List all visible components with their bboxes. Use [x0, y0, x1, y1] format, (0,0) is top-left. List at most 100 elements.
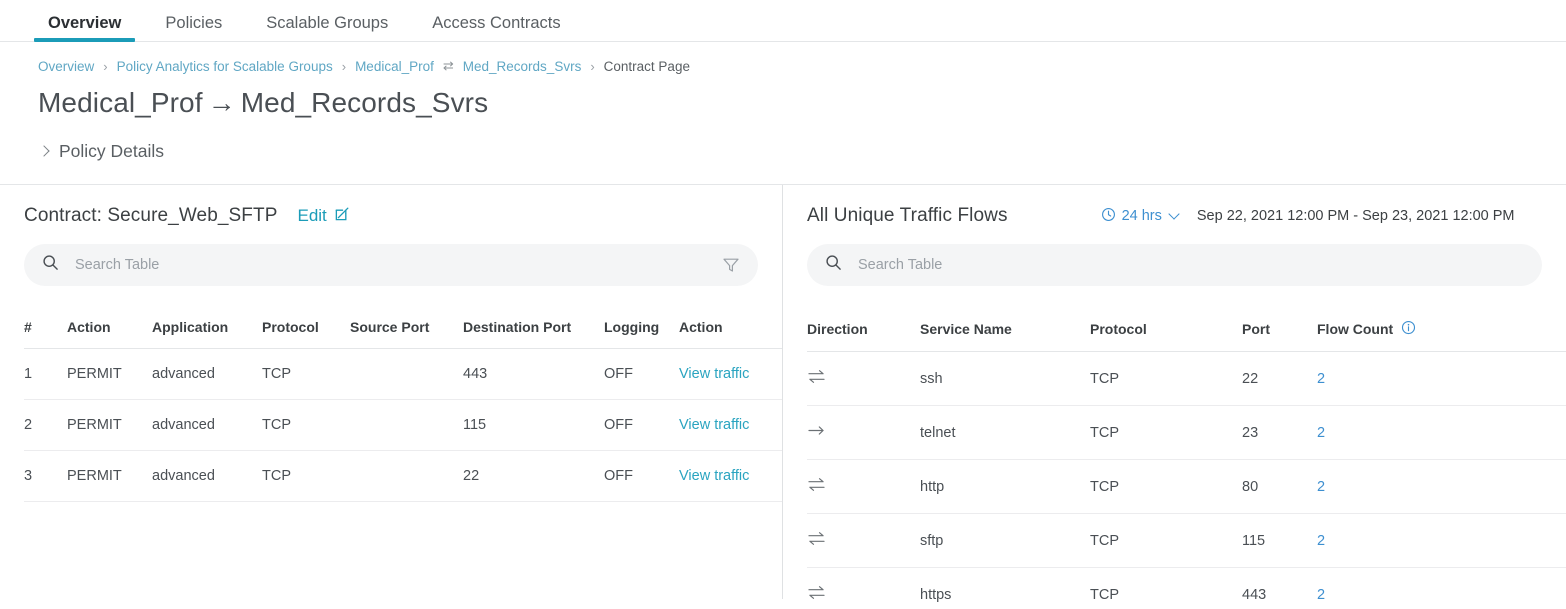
flows-table-header-row: Direction Service Name Protocol Port Flo… — [807, 303, 1566, 352]
col-header-direction[interactable]: Direction — [807, 303, 920, 352]
cell-service-name: https — [920, 567, 1090, 609]
contract-panel: Contract: Secure_Web_SFTP Edit Search Ta… — [0, 185, 783, 599]
flows-search-box[interactable]: Search Table — [807, 244, 1542, 286]
cell-destination-port: 115 — [463, 399, 604, 451]
edit-contract-button[interactable]: Edit — [297, 205, 350, 227]
cell-application: advanced — [152, 348, 262, 400]
breadcrumb-item-med-records-svrs[interactable]: Med_Records_Svrs — [463, 59, 582, 74]
contract-search-input[interactable]: Search Table — [75, 257, 722, 273]
col-header-row-action[interactable]: Action — [679, 302, 782, 349]
tab-scalable-groups[interactable]: Scalable Groups — [252, 13, 402, 42]
col-header-source-port[interactable]: Source Port — [350, 302, 463, 349]
col-header-port[interactable]: Port — [1242, 303, 1317, 352]
contract-table-wrapper: # Action Application Protocol Source Por… — [0, 302, 782, 502]
view-traffic-link[interactable]: View traffic — [679, 348, 782, 400]
table-row[interactable]: 1 PERMIT advanced TCP 443 OFF View traff… — [24, 348, 782, 400]
info-icon[interactable] — [1401, 320, 1416, 338]
page-title-destination: Med_Records_Svrs — [240, 87, 489, 118]
tab-overview[interactable]: Overview — [34, 14, 136, 42]
tab-policies[interactable]: Policies — [151, 13, 236, 42]
cell-protocol: TCP — [1090, 567, 1242, 609]
traffic-flows-header: All Unique Traffic Flows 24 hrs Sep 22, … — [783, 185, 1566, 227]
cell-logging: OFF — [604, 348, 679, 400]
cell-number: 3 — [24, 450, 67, 502]
col-header-protocol[interactable]: Protocol — [262, 302, 350, 349]
cell-port: 115 — [1242, 513, 1317, 568]
contract-search-box[interactable]: Search Table — [24, 244, 758, 286]
contract-table: # Action Application Protocol Source Por… — [24, 302, 782, 502]
view-traffic-link[interactable]: View traffic — [679, 399, 782, 451]
col-header-number[interactable]: # — [24, 302, 67, 349]
page-title: Medical_Prof → Med_Records_Svrs — [0, 74, 1566, 119]
cell-protocol: TCP — [1090, 459, 1242, 514]
traffic-flows-panel: All Unique Traffic Flows 24 hrs Sep 22, … — [783, 185, 1566, 609]
flow-count-link[interactable]: 2 — [1317, 351, 1566, 406]
breadcrumb-separator-icon: › — [103, 58, 108, 74]
bidirectional-arrow-icon — [807, 369, 826, 384]
contract-panel-header: Contract: Secure_Web_SFTP Edit — [0, 185, 782, 227]
view-traffic-link[interactable]: View traffic — [679, 450, 782, 502]
filter-icon[interactable] — [722, 256, 740, 274]
table-row[interactable]: sftp TCP 115 2 — [807, 513, 1566, 568]
flow-count-link[interactable]: 2 — [1317, 459, 1566, 514]
table-row[interactable]: 3 PERMIT advanced TCP 22 OFF View traffi… — [24, 450, 782, 502]
table-row[interactable]: https TCP 443 2 — [807, 567, 1566, 609]
col-header-destination-port[interactable]: Destination Port — [463, 302, 604, 349]
cell-port: 22 — [1242, 351, 1317, 406]
edit-label: Edit — [297, 206, 327, 225]
flow-count-link[interactable]: 2 — [1317, 405, 1566, 460]
flow-count-link[interactable]: 2 — [1317, 567, 1566, 609]
cell-port: 443 — [1242, 567, 1317, 609]
table-row[interactable]: http TCP 80 2 — [807, 459, 1566, 514]
cell-service-name: sftp — [920, 513, 1090, 568]
col-header-flow-count[interactable]: Flow Count — [1317, 303, 1566, 352]
flows-search-input[interactable]: Search Table — [858, 257, 1524, 273]
time-selector: 24 hrs Sep 22, 2021 12:00 PM - Sep 23, 2… — [1101, 207, 1515, 226]
tab-access-contracts[interactable]: Access Contracts — [418, 14, 574, 42]
chevron-down-icon — [1168, 208, 1180, 220]
cell-protocol: TCP — [262, 348, 350, 400]
col-header-protocol[interactable]: Protocol — [1090, 303, 1242, 352]
cell-protocol: TCP — [262, 450, 350, 502]
cell-direction — [807, 351, 920, 406]
breadcrumb-item-medical-prof[interactable]: Medical_Prof — [355, 59, 434, 74]
policy-details-accordion[interactable]: Policy Details — [0, 119, 1566, 162]
cell-direction — [807, 405, 920, 460]
flow-count-link[interactable]: 2 — [1317, 513, 1566, 568]
table-row[interactable]: ssh TCP 22 2 — [807, 351, 1566, 406]
breadcrumb-item-policy-analytics[interactable]: Policy Analytics for Scalable Groups — [117, 59, 333, 74]
breadcrumb-separator-icon: › — [341, 58, 347, 74]
cell-destination-port: 443 — [463, 348, 604, 400]
cell-protocol: TCP — [1090, 513, 1242, 568]
right-arrow-icon — [807, 423, 826, 438]
search-icon — [825, 254, 842, 276]
cell-action: PERMIT — [67, 450, 152, 502]
search-icon — [42, 254, 59, 276]
edit-pencil-icon — [334, 205, 351, 227]
flows-table-wrapper: Direction Service Name Protocol Port Flo… — [783, 303, 1566, 609]
time-range-dropdown[interactable]: 24 hrs — [1101, 207, 1180, 226]
cell-direction — [807, 459, 920, 514]
cell-logging: OFF — [604, 399, 679, 451]
tab-scalable-groups-label: Scalable Groups — [266, 13, 389, 32]
col-header-flow-count-label: Flow Count — [1317, 321, 1394, 337]
table-row[interactable]: telnet TCP 23 2 — [807, 405, 1566, 460]
breadcrumb-item-contract-page: Contract Page — [603, 58, 690, 74]
cell-application: advanced — [152, 399, 262, 451]
breadcrumb-item-overview[interactable]: Overview — [38, 59, 94, 74]
cell-destination-port: 22 — [463, 450, 604, 502]
contract-table-header-row: # Action Application Protocol Source Por… — [24, 302, 782, 349]
breadcrumb-separator-icon: › — [590, 58, 595, 74]
time-chip-label: 24 hrs — [1121, 208, 1162, 224]
col-header-application[interactable]: Application — [152, 302, 262, 349]
table-row[interactable]: 2 PERMIT advanced TCP 115 OFF View traff… — [24, 399, 782, 451]
cell-application: advanced — [152, 450, 262, 502]
tab-policies-label: Policies — [165, 13, 223, 32]
col-header-action[interactable]: Action — [67, 302, 152, 349]
col-header-service-name[interactable]: Service Name — [920, 303, 1090, 352]
col-header-logging[interactable]: Logging — [604, 302, 679, 349]
cell-number: 2 — [24, 399, 67, 451]
cell-service-name: http — [920, 459, 1090, 514]
cell-direction — [807, 567, 920, 609]
clock-icon — [1101, 207, 1116, 226]
